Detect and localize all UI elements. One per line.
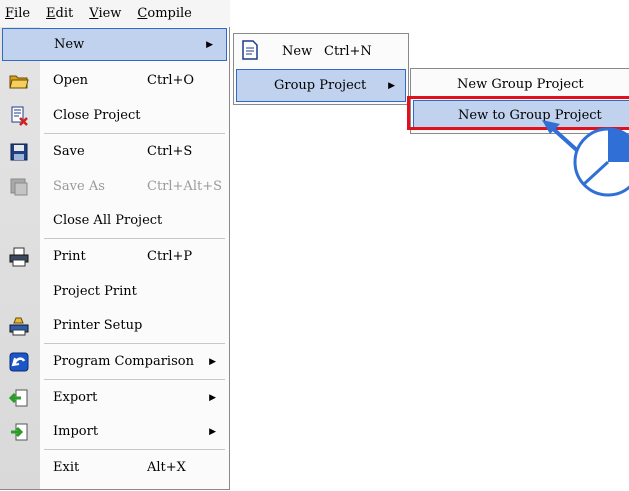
import-icon <box>11 423 28 441</box>
submenu-arrow-icon: ▶ <box>209 426 216 437</box>
open-folder-icon <box>9 75 29 89</box>
new-submenu: New Ctrl+N Group Project ▶ <box>233 33 409 105</box>
menu-item-label: Close Project <box>53 108 141 123</box>
menu-item-print[interactable]: Print Ctrl+P <box>0 239 229 274</box>
submenu-arrow-icon: ▶ <box>206 39 213 50</box>
submenu-arrow-icon: ▶ <box>209 356 216 367</box>
submenu-item-new[interactable]: New Ctrl+N <box>234 34 408 68</box>
menu-item-shortcut: Alt+X <box>147 460 186 475</box>
menu-edit[interactable]: Edit <box>38 6 81 21</box>
submenu-item-group-project[interactable]: Group Project ▶ <box>236 69 406 102</box>
menu-item-new[interactable]: New ▶ <box>2 28 227 61</box>
menu-item-import[interactable]: Import ▶ <box>0 414 229 449</box>
file-menu: New ▶ Open Ctrl+O Close Project Save Ctr… <box>0 27 230 490</box>
menu-item-label: Close All Project <box>53 213 163 228</box>
menu-item-printer-setup[interactable]: Printer Setup <box>0 308 229 343</box>
menu-item-shortcut: Ctrl+S <box>147 144 193 159</box>
save-as-icon <box>10 178 28 196</box>
printer-setup-icon <box>9 317 29 336</box>
menu-item-label: Save As <box>53 179 105 194</box>
menu-item-label: Print <box>53 249 86 264</box>
menu-item-shortcut: Ctrl+Alt+S <box>147 179 223 194</box>
menu-item-exit[interactable]: Exit Alt+X <box>0 450 229 485</box>
menu-item-close-all-project[interactable]: Close All Project <box>0 203 229 238</box>
menu-item-export[interactable]: Export ▶ <box>0 380 229 415</box>
menu-compile[interactable]: Compile <box>129 6 199 21</box>
menu-item-open[interactable]: Open Ctrl+O <box>0 63 229 98</box>
menu-item-shortcut: Ctrl+O <box>147 73 195 88</box>
program-comparison-icon <box>9 352 29 372</box>
click-pointer-icon <box>542 120 629 197</box>
menu-item-label: New Group Project <box>457 76 584 92</box>
menu-bar: File Edit View Compile <box>0 0 230 27</box>
menu-item-label: New <box>54 37 85 52</box>
menu-item-label: Printer Setup <box>53 318 143 333</box>
menu-item-label: Project Print <box>53 284 137 299</box>
menu-item-label: Import <box>53 424 99 439</box>
menu-item-label: Export <box>53 390 98 405</box>
menu-item-program-comparison[interactable]: Program Comparison ▶ <box>0 344 229 379</box>
submenu-arrow-icon: ▶ <box>209 392 216 403</box>
menu-item-label: Program Comparison <box>53 354 194 369</box>
submenu-item-new-group-project[interactable]: New Group Project <box>411 69 629 99</box>
menu-item-label: New <box>282 43 313 59</box>
menu-file[interactable]: File <box>0 6 38 21</box>
menu-item-label: Exit <box>53 460 80 475</box>
new-document-icon <box>242 40 258 60</box>
menu-item-shortcut: Ctrl+P <box>147 249 193 264</box>
printer-icon <box>9 247 29 267</box>
save-disk-icon <box>10 143 28 161</box>
menu-item-close-project[interactable]: Close Project <box>0 98 229 133</box>
menu-item-save-as[interactable]: Save As Ctrl+Alt+S <box>0 169 229 204</box>
menu-item-label: Save <box>53 144 85 159</box>
menu-item-label: Group Project <box>274 78 367 93</box>
menu-view[interactable]: View <box>81 6 129 21</box>
menu-item-shortcut: Ctrl+N <box>324 43 372 59</box>
menu-item-project-print[interactable]: Project Print <box>0 274 229 309</box>
menu-item-label: Open <box>53 73 89 88</box>
export-icon <box>9 389 28 407</box>
submenu-arrow-icon: ▶ <box>388 80 395 91</box>
close-project-icon <box>11 106 28 126</box>
menu-item-save[interactable]: Save Ctrl+S <box>0 134 229 169</box>
